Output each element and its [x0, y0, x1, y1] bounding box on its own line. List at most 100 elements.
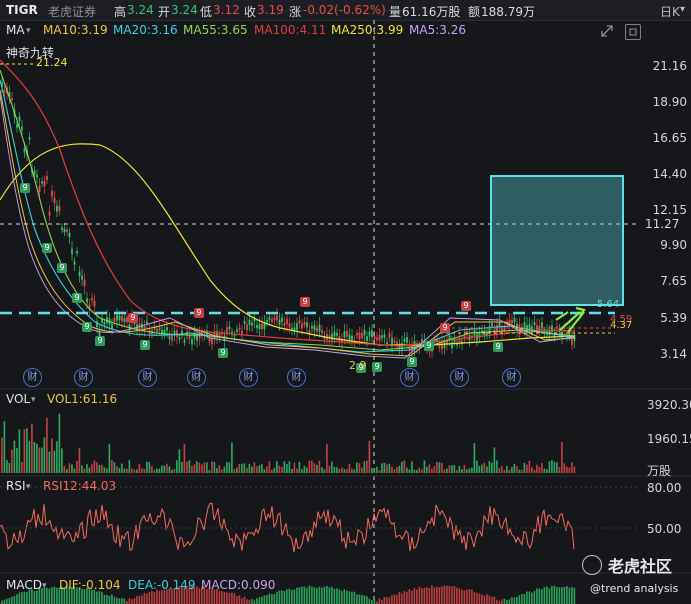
volume-bar	[328, 465, 331, 473]
dif-value: DIF:-0.104	[59, 578, 121, 592]
macd-bar	[488, 595, 491, 604]
volume-bar	[513, 464, 516, 473]
earnings-badge[interactable]: 财	[23, 368, 42, 387]
volume-bar	[501, 465, 503, 473]
volume-bar	[421, 469, 423, 473]
volume-bar	[23, 429, 26, 473]
candle-body	[246, 324, 248, 331]
macd-label[interactable]: MACD	[6, 578, 42, 592]
macd-bar	[128, 598, 131, 604]
volume-bar	[383, 462, 386, 473]
nine-count-badge: 9	[95, 336, 105, 346]
volume-bar	[416, 469, 418, 473]
macd-bar	[456, 587, 458, 604]
macd-bar	[241, 598, 243, 604]
candle-body	[511, 320, 513, 323]
macd-bar	[511, 597, 513, 604]
macd-bar	[426, 587, 428, 604]
earnings-badge[interactable]: 财	[239, 368, 258, 387]
candle-body	[178, 337, 181, 340]
macd-bar	[463, 590, 466, 604]
vol-label[interactable]: VOL	[6, 392, 30, 406]
macd-bar	[543, 587, 546, 604]
volume-bar	[313, 463, 316, 473]
candle-body	[351, 335, 353, 340]
volume-bar	[141, 468, 143, 473]
macd-bar	[261, 596, 263, 604]
volume-bar	[471, 467, 473, 473]
candle-body	[288, 323, 291, 328]
volume-bar	[63, 466, 66, 473]
candle-body	[453, 340, 456, 343]
candle-body	[158, 327, 161, 331]
candle-body	[478, 333, 481, 338]
earnings-badge[interactable]: 财	[502, 368, 521, 387]
volume-bar	[41, 447, 43, 473]
chevron-down-icon[interactable]: ▾	[26, 482, 31, 492]
earnings-badge[interactable]: 财	[138, 368, 157, 387]
tiger-logo-icon	[582, 555, 602, 575]
volume-bar	[163, 465, 166, 473]
nine-count-badge: 9	[440, 323, 450, 333]
chevron-down-icon[interactable]: ▾	[42, 581, 47, 591]
volume-bar	[488, 461, 491, 473]
volume-bar	[261, 464, 263, 473]
level-3-label: 4.37	[610, 320, 633, 331]
volume-bar	[466, 469, 468, 473]
candle-body	[358, 332, 361, 340]
volume-bar	[518, 469, 521, 473]
volume-bar	[516, 466, 518, 473]
volume-bar	[311, 460, 313, 473]
earnings-badge[interactable]: 财	[74, 368, 93, 387]
candle-body	[541, 322, 543, 328]
volume-bar	[548, 461, 551, 473]
volume-bar	[111, 460, 113, 473]
volume-bar	[478, 465, 481, 473]
candle-body	[121, 315, 123, 322]
volume-bar	[428, 464, 431, 473]
rsi-label[interactable]: RSI	[6, 479, 26, 493]
volume-bar	[386, 464, 388, 473]
candle-body	[46, 176, 48, 180]
volume-bar	[231, 442, 233, 473]
volume-bar	[18, 429, 21, 473]
candle-body	[63, 228, 66, 233]
dea-value: DEA:-0.149	[128, 578, 196, 592]
chevron-down-icon[interactable]: ▾	[31, 395, 36, 405]
macd-bar	[6, 598, 8, 604]
candle-body	[406, 336, 408, 343]
macd-bar	[248, 599, 251, 604]
macd-bar	[333, 588, 336, 604]
macd-bar	[36, 590, 38, 604]
earnings-badge[interactable]: 财	[287, 368, 306, 387]
macd-bar	[361, 594, 363, 604]
volume-bar	[131, 468, 133, 473]
volume-bar	[103, 467, 106, 473]
earnings-badge[interactable]: 财	[187, 368, 206, 387]
volume-bar	[336, 467, 338, 473]
candle-body	[156, 329, 158, 332]
volume-bar	[236, 467, 238, 473]
candlestick-chart[interactable]	[0, 0, 691, 604]
candle-body	[503, 326, 506, 331]
rsi12-value: RSI12:44.03	[43, 479, 117, 493]
volume-bar	[248, 463, 251, 473]
volume-bar	[121, 463, 123, 473]
ma100-line	[0, 59, 576, 347]
macd-bar	[16, 594, 18, 604]
macd-bar	[48, 588, 51, 604]
volume-bar	[133, 469, 136, 473]
candle-body	[83, 279, 86, 287]
macd-bar	[566, 586, 568, 604]
candle-body	[58, 206, 61, 211]
earnings-badge[interactable]: 财	[450, 368, 469, 387]
macd-bar	[106, 594, 108, 604]
volume-bar	[373, 468, 376, 473]
macd-bar	[283, 591, 286, 604]
macd-bar	[538, 588, 541, 604]
volume-bar	[401, 461, 403, 473]
volume-bar	[8, 462, 11, 473]
volume-bar	[291, 468, 293, 473]
volume-bar	[181, 462, 183, 473]
earnings-badge[interactable]: 财	[400, 368, 419, 387]
